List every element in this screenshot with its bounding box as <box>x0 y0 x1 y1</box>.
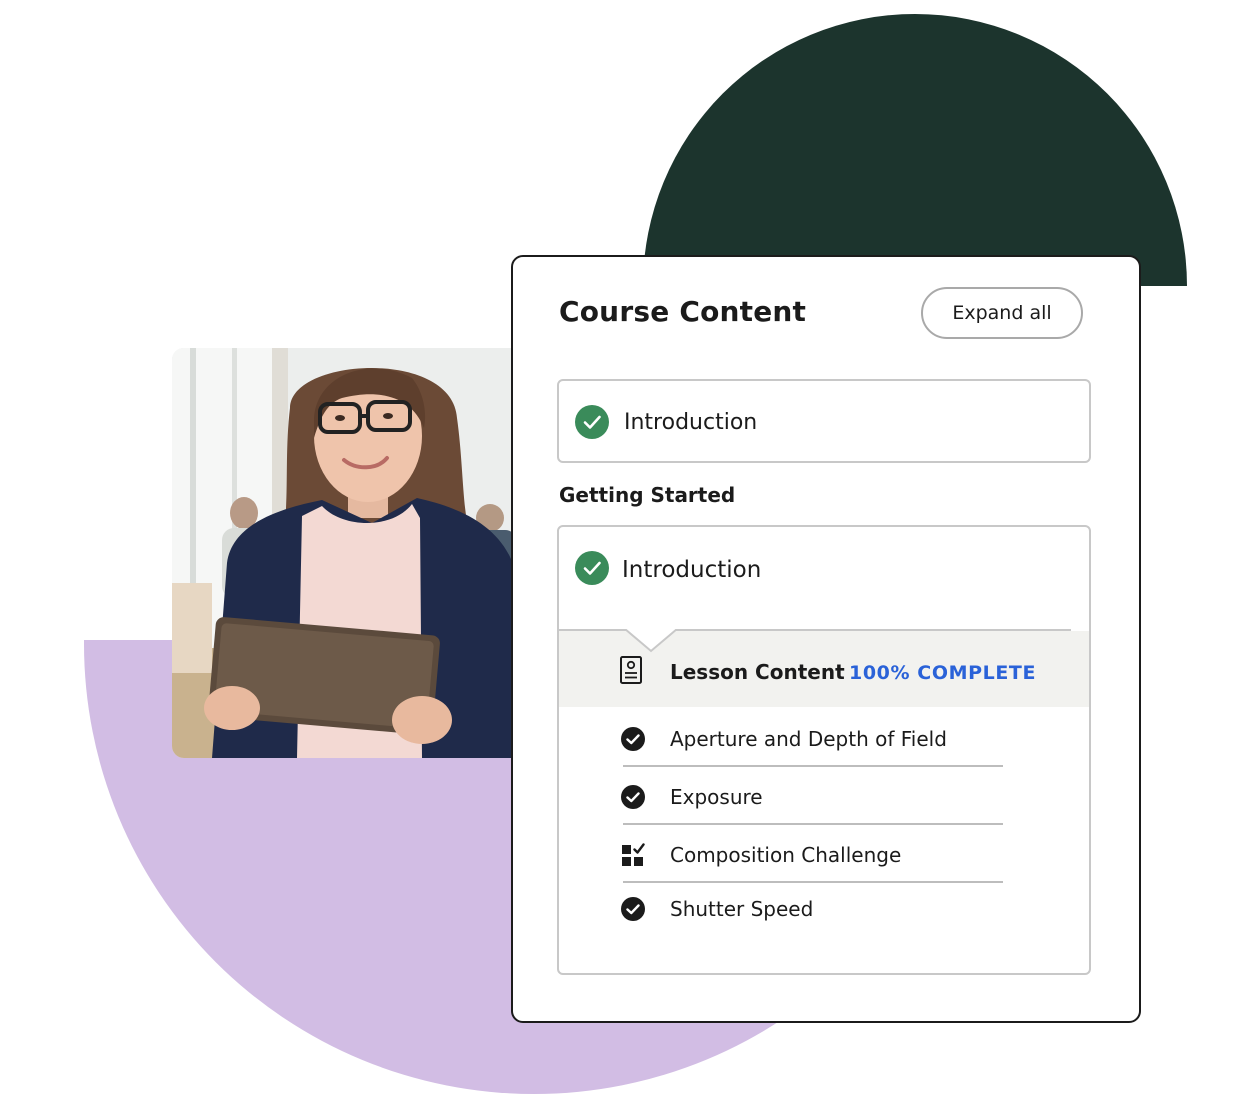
lesson-item[interactable]: Aperture and Depth of Field <box>621 711 1003 767</box>
module-introduction[interactable]: Introduction <box>557 379 1091 463</box>
green-check-circle-icon <box>575 551 609 585</box>
lesson-label: Exposure <box>670 785 763 809</box>
module-getting-started-introduction: Introduction Lesson Content 100% COMPLET… <box>557 525 1091 975</box>
module-label: Introduction <box>624 410 758 435</box>
quiz-grid-icon <box>622 843 645 866</box>
dark-green-semicircle <box>643 14 1187 286</box>
hero-illustration: Course Content Expand all Introduction G… <box>0 0 1248 1100</box>
lesson-label: Shutter Speed <box>670 897 814 921</box>
module-label[interactable]: Introduction <box>622 557 761 583</box>
lesson-label: Composition Challenge <box>670 843 902 867</box>
learner-photo <box>172 348 517 758</box>
lesson-item[interactable]: Shutter Speed <box>621 881 1001 937</box>
lesson-progress-label: 100% COMPLETE <box>849 662 1037 684</box>
section-heading: Getting Started <box>559 483 736 507</box>
caret-pointer <box>625 629 677 653</box>
divider <box>623 823 1003 825</box>
document-icon <box>620 656 642 684</box>
lesson-item[interactable]: Composition Challenge <box>621 827 1003 883</box>
course-content-card: Course Content Expand all Introduction G… <box>511 255 1141 1023</box>
expand-all-button[interactable]: Expand all <box>921 287 1083 339</box>
check-circle-icon <box>621 785 645 809</box>
lesson-content-title: Lesson Content <box>670 660 845 684</box>
divider <box>623 765 1003 767</box>
check-circle-icon <box>621 727 645 751</box>
lesson-label: Aperture and Depth of Field <box>670 727 947 751</box>
check-circle-icon <box>621 897 645 921</box>
card-title: Course Content <box>559 295 807 328</box>
learner-photo-illustration <box>172 348 517 758</box>
lesson-item[interactable]: Exposure <box>621 769 1003 825</box>
green-check-circle-icon <box>575 405 609 439</box>
